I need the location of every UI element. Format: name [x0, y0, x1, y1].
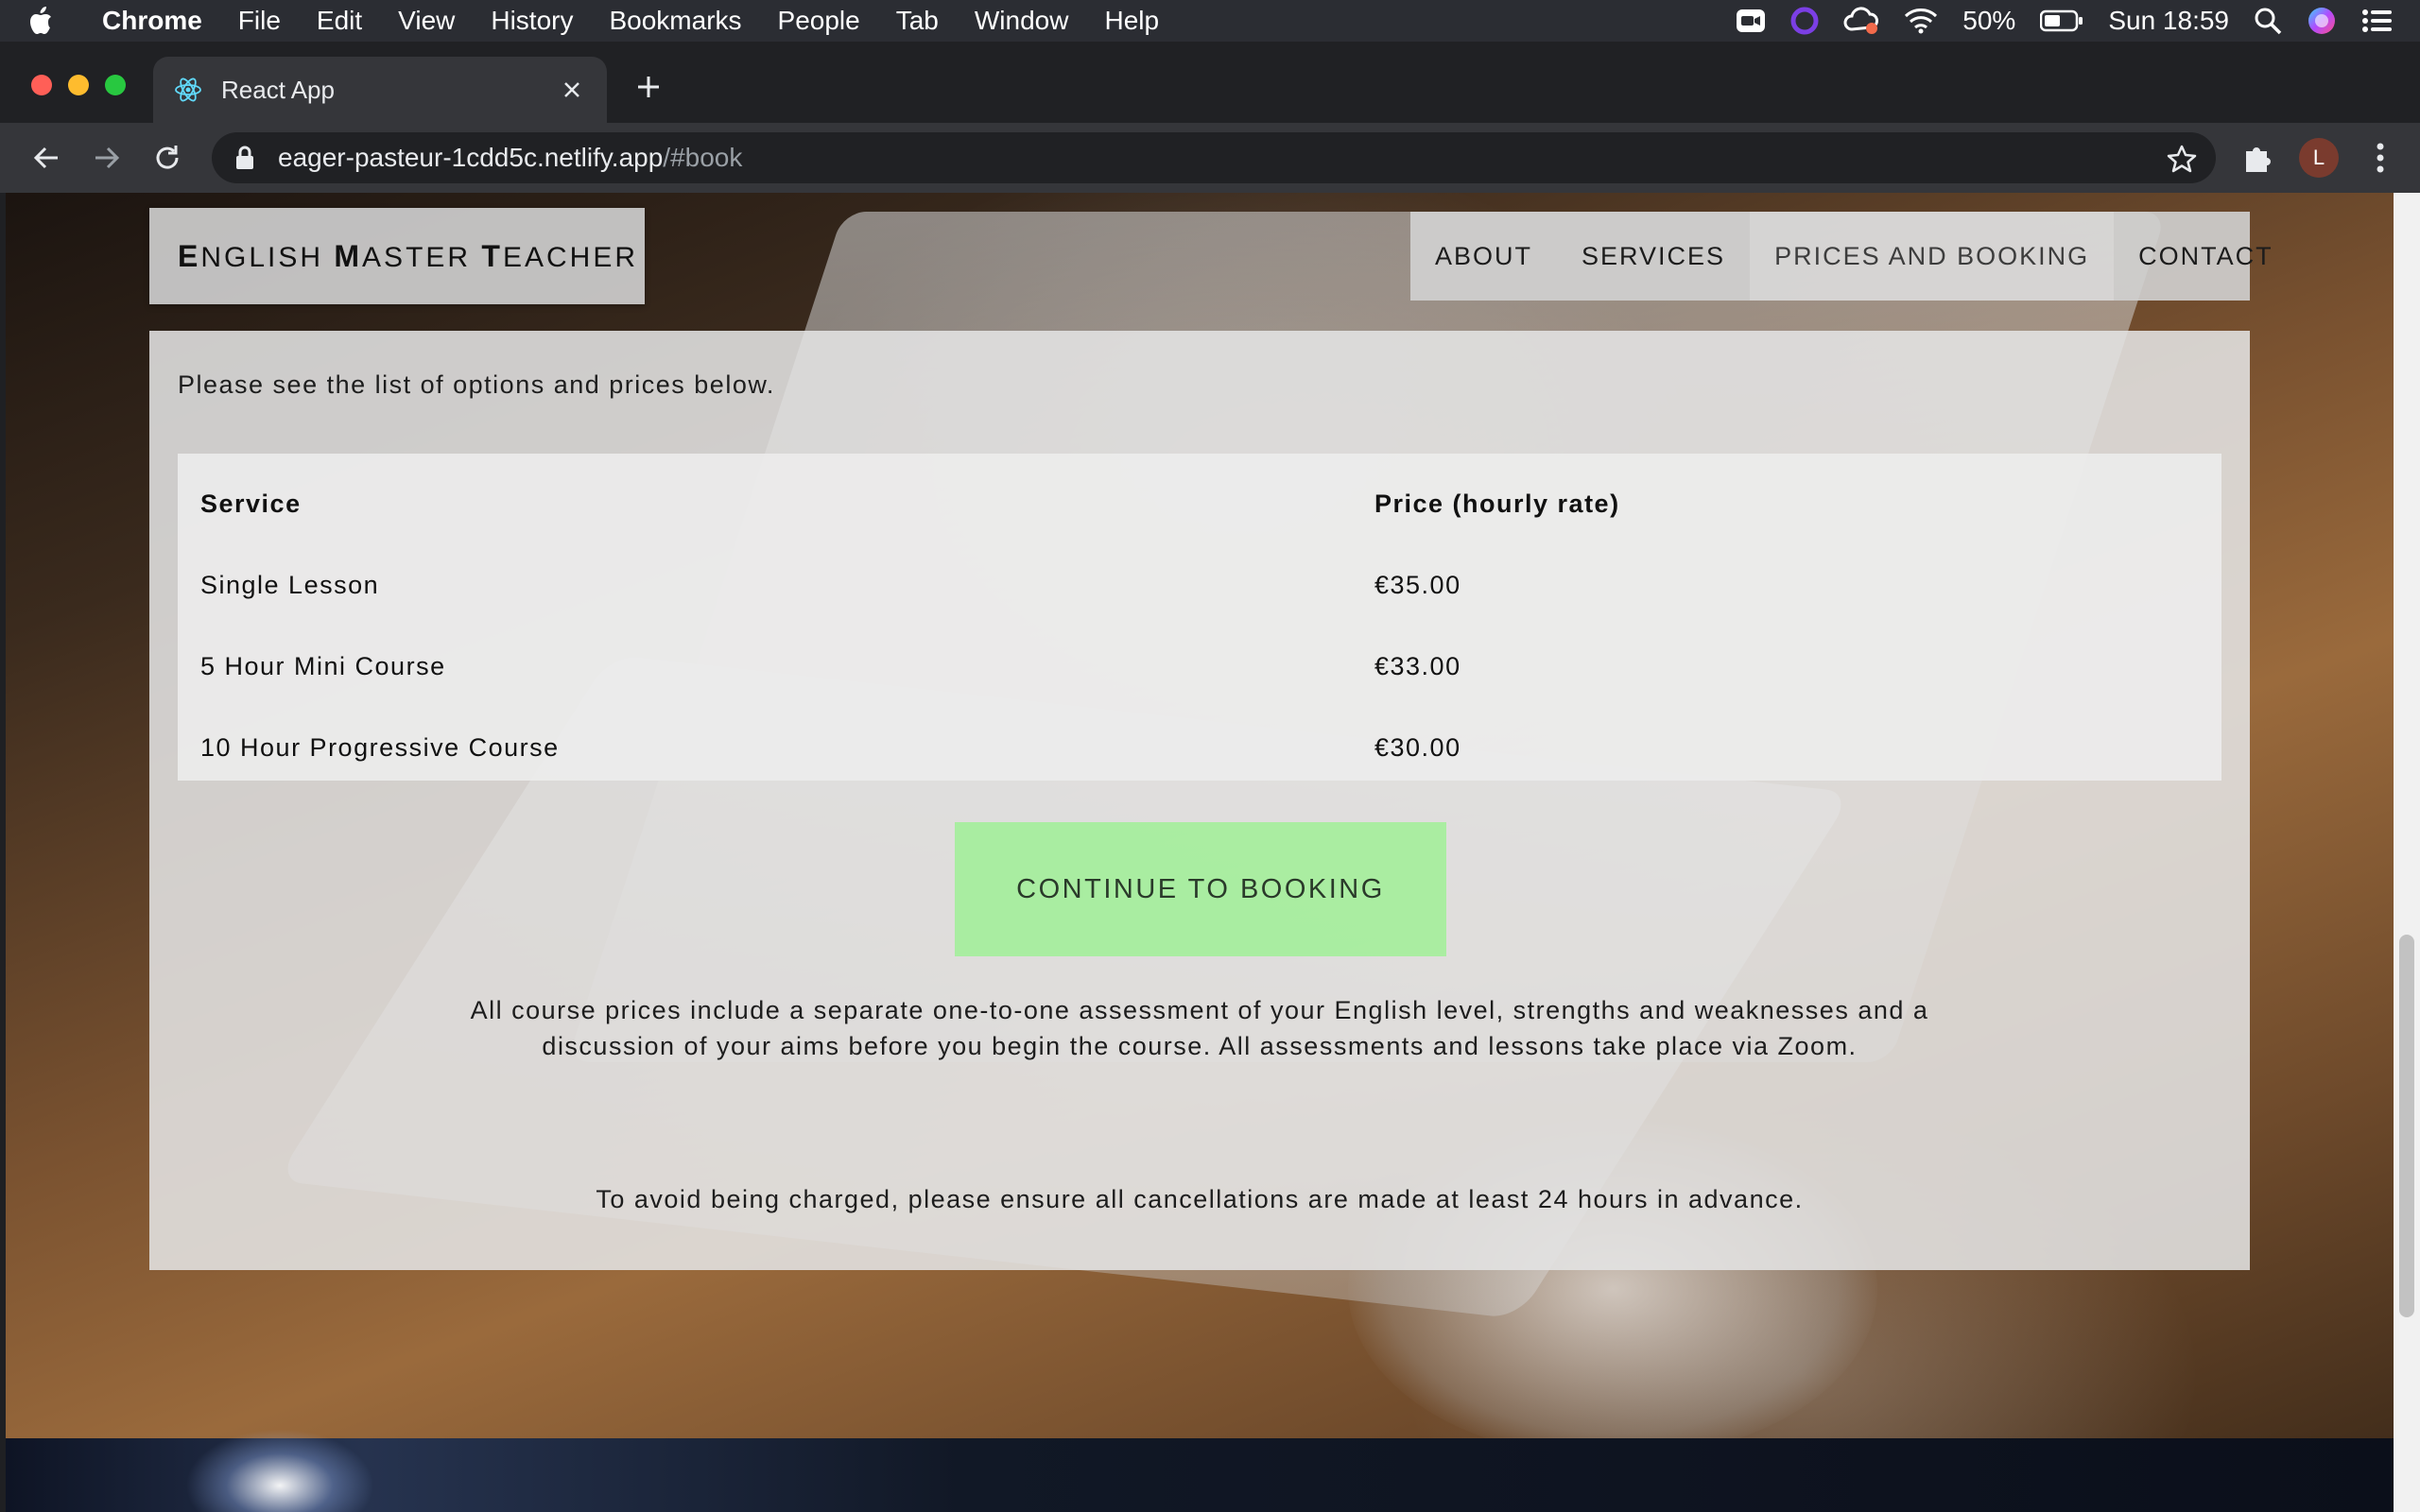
- battery-icon[interactable]: [2040, 9, 2083, 32]
- light-flare: [185, 1429, 374, 1512]
- new-tab-icon[interactable]: [631, 70, 666, 104]
- browser-tab-strip: React App: [0, 42, 2420, 123]
- pricing-card: Please see the list of options and price…: [149, 331, 2250, 1270]
- siri-icon[interactable]: [2307, 6, 2337, 36]
- close-tab-icon[interactable]: [558, 76, 586, 104]
- reload-icon[interactable]: [149, 140, 185, 176]
- cloud-sync-icon[interactable]: [1843, 7, 1879, 35]
- service-price: €35.00: [1374, 570, 1461, 599]
- menu-tab[interactable]: Tab: [896, 6, 939, 36]
- macos-menu-bar: Chrome File Edit View History Bookmarks …: [0, 0, 2420, 42]
- menu-people[interactable]: People: [778, 6, 860, 36]
- extensions-puzzle-icon[interactable]: [2240, 140, 2274, 174]
- window-close-button[interactable]: [31, 75, 52, 95]
- service-name: 10 Hour Progressive Course: [200, 732, 560, 762]
- brand-word-3: TEACHER: [481, 238, 638, 273]
- battery-percentage: 50%: [1962, 6, 2016, 35]
- menu-bookmarks[interactable]: Bookmarks: [609, 6, 741, 36]
- nav-services[interactable]: SERVICES: [1557, 212, 1750, 301]
- browser-toolbar: eager-pasteur-1cdd5c.netlify.app/#book L: [0, 123, 2420, 193]
- control-center-icon[interactable]: [2361, 8, 2394, 34]
- nav-contact[interactable]: CONTACT: [2114, 212, 2298, 301]
- site-navigation: ABOUT SERVICES PRICES AND BOOKING CONTAC…: [1410, 212, 2272, 301]
- menu-bar-status-area: 50% Sun 18:59: [1736, 0, 2420, 42]
- browser-tab-title: React App: [221, 75, 335, 104]
- brand-word-1: ENGLISH: [178, 238, 324, 273]
- menu-help[interactable]: Help: [1104, 6, 1159, 36]
- profile-avatar[interactable]: L: [2299, 138, 2339, 178]
- cancellation-policy: To avoid being charged, please ensure al…: [596, 1185, 1804, 1213]
- scrollbar-thumb[interactable]: [2399, 935, 2414, 1317]
- window-zoom-button[interactable]: [105, 75, 126, 95]
- url-host: eager-pasteur-1cdd5c.netlify.app: [278, 143, 664, 172]
- continue-to-booking-button[interactable]: CONTINUE TO BOOKING: [955, 822, 1446, 956]
- nav-about[interactable]: ABOUT: [1410, 212, 1557, 301]
- zoom-video-icon[interactable]: [1736, 8, 1766, 34]
- bookmark-star-icon[interactable]: [2167, 144, 2197, 174]
- menu-history[interactable]: History: [491, 6, 573, 36]
- next-section-hero: [6, 1429, 2394, 1512]
- menu-bar-clock[interactable]: Sun 18:59: [2108, 6, 2229, 36]
- browser-tab-active[interactable]: React App: [153, 57, 607, 123]
- window-minimize-button[interactable]: [68, 75, 89, 95]
- app-status-icon[interactable]: [1790, 7, 1819, 35]
- table-row: 5 Hour Mini Course €33.00: [178, 626, 2221, 707]
- lock-icon[interactable]: [234, 145, 257, 171]
- assessment-note: All course prices include a separate one…: [470, 996, 1929, 1060]
- table-header-row: Service Price (hourly rate): [178, 463, 2221, 544]
- menu-window[interactable]: Window: [975, 6, 1069, 36]
- more-options-icon[interactable]: [2363, 140, 2397, 176]
- menu-app-chrome[interactable]: Chrome: [102, 6, 202, 36]
- forward-arrow-icon[interactable]: [89, 140, 125, 176]
- table-row: 10 Hour Progressive Course €30.00: [178, 707, 2221, 788]
- site-logo[interactable]: ENGLISH MASTER TEACHER: [149, 208, 645, 304]
- address-bar[interactable]: eager-pasteur-1cdd5c.netlify.app/#book: [212, 132, 2216, 183]
- price-table: Service Price (hourly rate) Single Lesso…: [178, 454, 2221, 781]
- back-arrow-icon[interactable]: [28, 140, 64, 176]
- brand-word-2: MASTER: [334, 238, 472, 273]
- menu-edit[interactable]: Edit: [317, 6, 362, 36]
- spotlight-search-icon[interactable]: [2254, 7, 2282, 35]
- page-viewport: ENGLISH MASTER TEACHER ABOUT SERVICES PR…: [6, 193, 2394, 1512]
- apple-icon[interactable]: [26, 6, 83, 36]
- column-header-service: Service: [200, 489, 302, 518]
- url-path: /#book: [663, 143, 743, 172]
- react-logo-icon: [174, 76, 202, 104]
- page-scrollbar[interactable]: [2394, 193, 2420, 1512]
- service-name: 5 Hour Mini Course: [200, 651, 446, 680]
- service-price: €30.00: [1374, 732, 1461, 762]
- pricing-intro: Please see the list of options and price…: [178, 370, 775, 399]
- menu-file[interactable]: File: [238, 6, 281, 36]
- column-header-price: Price (hourly rate): [1374, 489, 1620, 518]
- wifi-icon[interactable]: [1904, 8, 1938, 34]
- menu-view[interactable]: View: [398, 6, 455, 36]
- service-price: €33.00: [1374, 651, 1461, 680]
- table-row: Single Lesson €35.00: [178, 544, 2221, 626]
- service-name: Single Lesson: [200, 570, 380, 599]
- nav-prices-and-booking[interactable]: PRICES AND BOOKING: [1750, 212, 2115, 301]
